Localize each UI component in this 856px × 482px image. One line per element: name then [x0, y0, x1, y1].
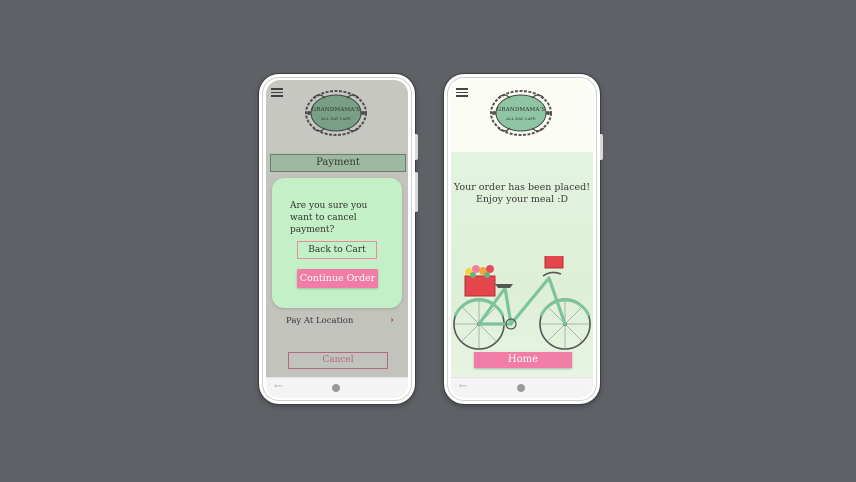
side-button — [600, 134, 603, 160]
arrow-left-icon[interactable]: ← — [274, 381, 282, 392]
system-nav-bar: ← — [451, 377, 593, 398]
order-placed-message: Your order has been placed! Enjoy your m… — [451, 182, 593, 206]
home-dot-icon[interactable] — [517, 384, 525, 392]
phone-left: GRANDMAMA'S ALL DAY CAFE Payment Wallet … — [259, 74, 418, 404]
order-placed-line: Your order has been placed! — [453, 182, 591, 193]
screen-left: GRANDMAMA'S ALL DAY CAFE Payment Wallet … — [266, 80, 408, 398]
bicycle-illustration — [453, 256, 591, 350]
ornate-frame-icon — [490, 90, 552, 136]
system-nav-bar: ← — [266, 377, 408, 398]
arrow-left-icon[interactable]: ← — [459, 381, 467, 392]
phone-right: GRANDMAMA'S ALL DAY CAFE Your order has … — [444, 74, 603, 404]
side-button — [415, 134, 418, 160]
screen-right: GRANDMAMA'S ALL DAY CAFE Your order has … — [451, 80, 593, 398]
logo-name: GRANDMAMA'S — [496, 107, 546, 113]
app-header: GRANDMAMA'S ALL DAY CAFE — [451, 80, 593, 152]
cafe-logo: GRANDMAMA'S ALL DAY CAFE — [488, 88, 554, 138]
cancel-payment-dialog: Are you sure you want to cancel payment?… — [272, 178, 402, 308]
logo-tagline: ALL DAY CAFE — [506, 117, 536, 121]
home-button[interactable]: Home — [474, 352, 572, 368]
hamburger-icon[interactable] — [456, 86, 468, 98]
back-to-cart-button[interactable]: Back to Cart — [297, 241, 377, 259]
enjoy-meal-line: Enjoy your meal :D — [475, 194, 569, 205]
side-button — [415, 172, 418, 212]
home-dot-icon[interactable] — [332, 384, 340, 392]
dialog-message: Are you sure you want to cancel payment? — [290, 201, 368, 235]
continue-order-button[interactable]: Continue Order — [297, 269, 378, 288]
